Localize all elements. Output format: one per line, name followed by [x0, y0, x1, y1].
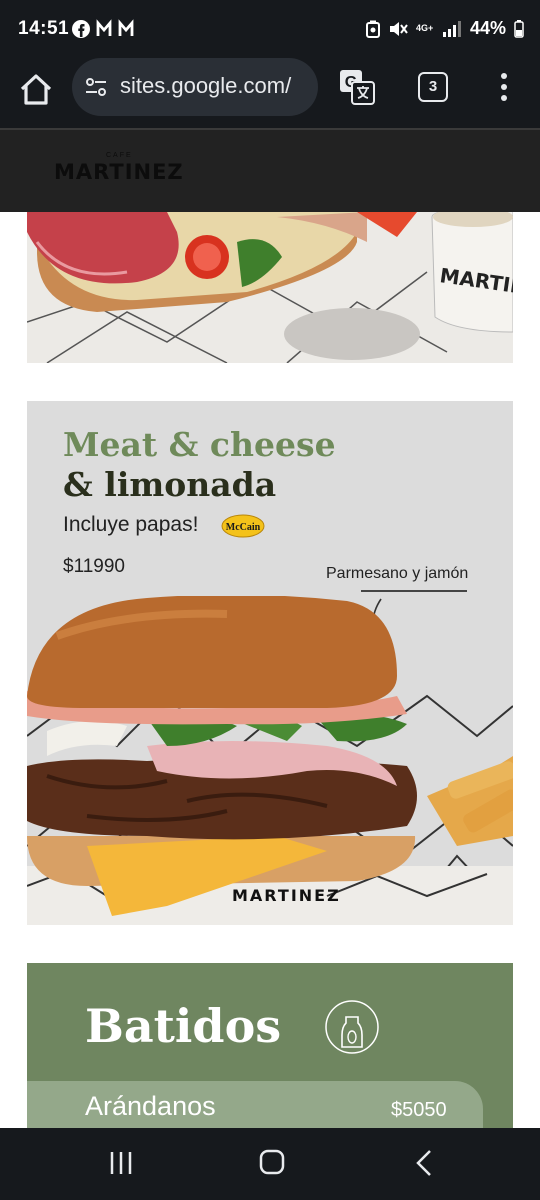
sandwich-photo: MARTIN	[27, 212, 513, 363]
batidos-card: Batidos Arándanos $5050	[27, 963, 513, 1128]
status-bar: 14:51 4G+ 44%	[0, 0, 540, 58]
sandwich-photo-art: MARTIN	[27, 212, 513, 363]
facebook-icon	[72, 19, 134, 38]
network-type-label: 4G+	[415, 23, 434, 33]
mccain-logo-text: McCain	[226, 522, 261, 533]
status-time: 14:51	[18, 18, 70, 39]
mccain-logo: McCain	[221, 514, 265, 538]
promo-title-line1: Meat & cheese	[63, 425, 336, 464]
system-nav-bar	[0, 1128, 540, 1200]
logo-small-text: CAFE	[106, 152, 133, 159]
promo-includes-text: Incluye papas!	[63, 513, 199, 536]
batido-price: $5050	[391, 1099, 447, 1121]
home-nav-icon[interactable]	[258, 1148, 286, 1176]
signal-icon	[442, 20, 461, 37]
logo-text: MARTINEZ	[54, 160, 184, 184]
promo-title-line2: & limonada	[63, 465, 277, 504]
tabs-count-button[interactable]: 3	[418, 72, 448, 102]
watermark-text: MARTINEZ	[232, 886, 341, 905]
address-bar[interactable]: sites.google.com/	[72, 58, 318, 116]
site-header: CAFE MARTINEZ	[0, 128, 540, 214]
notification-icons	[72, 18, 152, 45]
promo-price: $11990	[63, 556, 125, 577]
home-icon[interactable]	[16, 70, 56, 110]
status-right-icons: 4G+ 44%	[365, 18, 524, 39]
promo-annotation: Parmesano y jamón	[326, 565, 469, 582]
mute-icon	[389, 21, 408, 36]
site-settings-icon[interactable]	[84, 75, 108, 99]
more-menu-icon[interactable]	[494, 70, 514, 106]
back-icon[interactable]	[412, 1148, 436, 1178]
translate-icon[interactable]: G	[338, 68, 376, 106]
battery-saver-icon	[365, 20, 380, 38]
url-text: sites.google.com/	[120, 73, 292, 98]
page-content: MARTIN Meat & cheese & limonada Incluye …	[0, 212, 540, 1128]
recent-apps-icon[interactable]	[108, 1150, 134, 1176]
browser-toolbar: sites.google.com/ G 3	[0, 58, 540, 128]
battery-percent: 44%	[469, 18, 506, 38]
batido-name: Arándanos	[85, 1091, 216, 1121]
annotation-underline	[361, 590, 467, 592]
batidos-title: Batidos	[85, 999, 282, 1053]
burger-photo: MARTINEZ	[27, 596, 513, 925]
battery-icon	[514, 19, 524, 38]
almond-milk-badge	[325, 1000, 379, 1054]
batido-row[interactable]: Arándanos $5050	[27, 1081, 483, 1128]
promo-card-meat-cheese: Meat & cheese & limonada Incluye papas! …	[27, 401, 513, 925]
